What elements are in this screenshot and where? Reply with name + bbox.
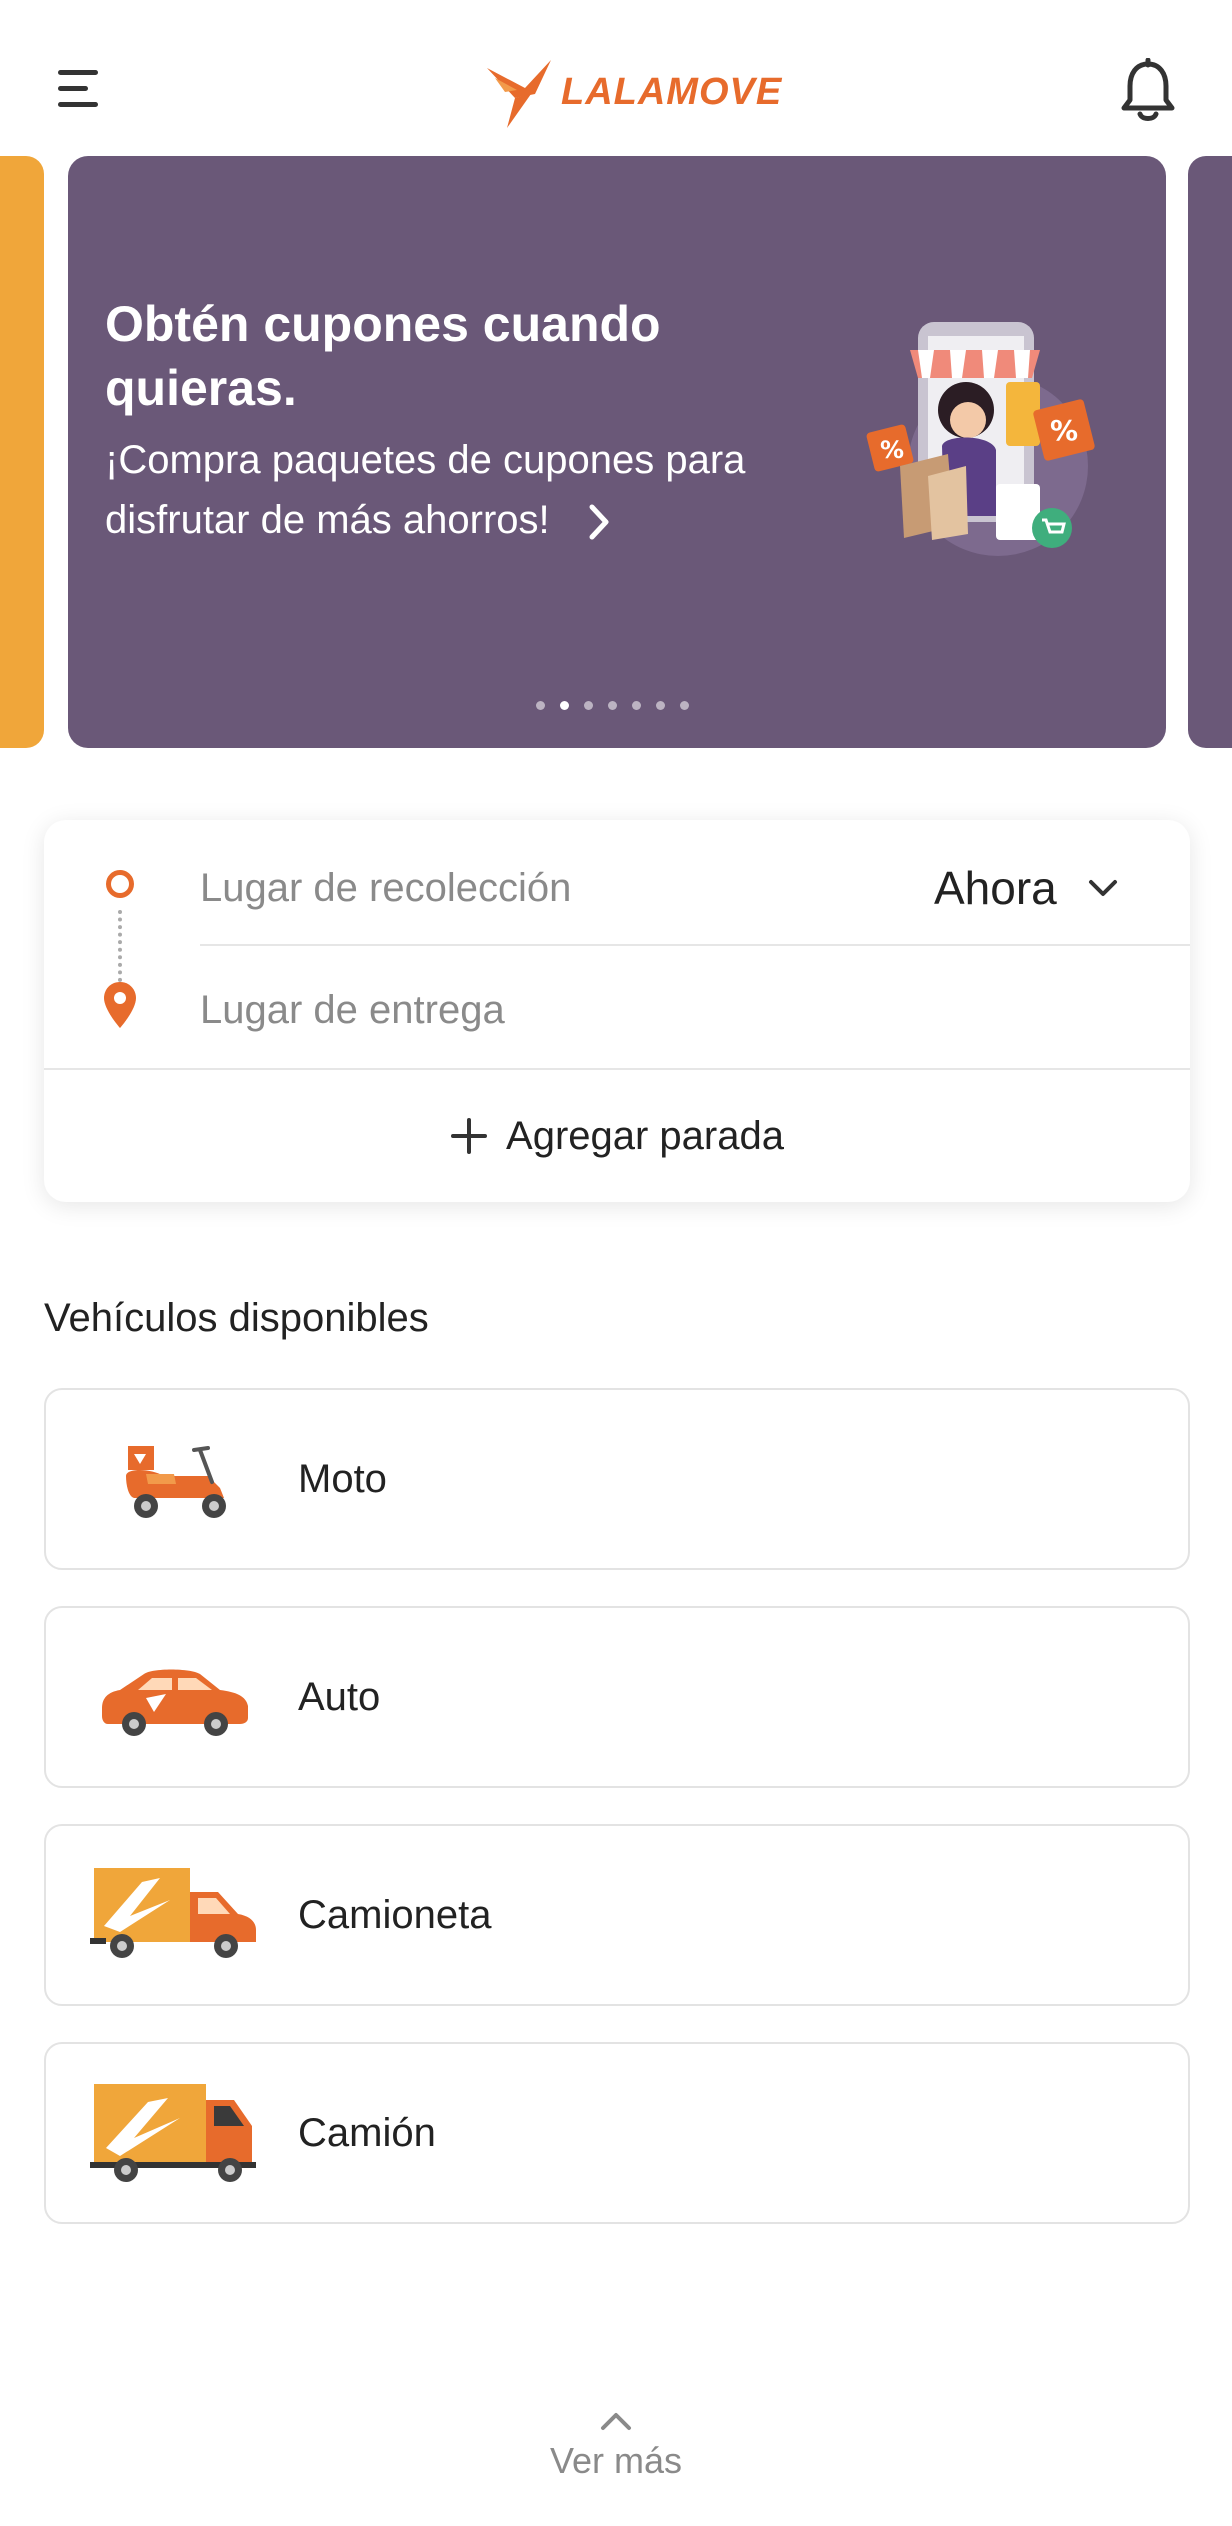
banner-title: Obtén cupones cuando quieras. (105, 296, 661, 416)
lalamove-logo: LALAMOVE (485, 52, 782, 132)
carousel-dot[interactable] (608, 701, 617, 710)
promo-carousel[interactable]: Obtén cupones cuando quieras. ¡Compra pa… (0, 156, 1232, 748)
see-more-label: Ver más (549, 2440, 683, 2481)
vehicle-label: Moto (298, 1457, 387, 1501)
add-stop-label: Agregar parada (506, 1113, 784, 1158)
van-icon (90, 1868, 256, 1958)
truck-icon (90, 2084, 256, 2182)
svg-text:%: % (1050, 414, 1078, 447)
carousel-dot[interactable] (536, 701, 545, 710)
carousel-slide-previous[interactable] (0, 156, 44, 748)
pickup-location-input[interactable]: Lugar de recolección (200, 858, 960, 918)
hummingbird-logo-icon (487, 60, 551, 128)
carousel-dot[interactable] (680, 701, 689, 710)
svg-text:%: % (880, 436, 904, 464)
pickup-time-value: Ahora (934, 862, 1057, 914)
pickup-circle-icon (106, 870, 134, 898)
app-header: LALAMOVE (0, 0, 1232, 150)
vehicles-section-title: Vehículos disponibles (44, 1296, 429, 1340)
carousel-dot[interactable] (656, 701, 665, 710)
dropoff-location-input[interactable]: Lugar de entrega (200, 980, 960, 1040)
vehicle-label: Camioneta (298, 1893, 492, 1937)
carousel-dot[interactable] (584, 701, 593, 710)
pickup-time-dropdown[interactable]: Ahora (934, 858, 1119, 918)
bell-icon[interactable] (1118, 58, 1178, 124)
chevron-up-icon (601, 2413, 631, 2430)
location-pin-icon (104, 982, 136, 1028)
banner-subtitle-text: ¡Compra paquetes de cupones para disfrut… (105, 438, 746, 542)
see-more-button[interactable]: Ver más (0, 2410, 1232, 2510)
carousel-dot[interactable] (632, 701, 641, 710)
vehicle-label: Auto (298, 1675, 381, 1719)
vehicle-label: Camión (298, 2111, 436, 2155)
hamburger-menu-icon[interactable] (54, 66, 102, 114)
vehicle-option-auto[interactable]: Auto (44, 1606, 1190, 1788)
carousel-slide-next[interactable] (1188, 156, 1232, 748)
shopping-coupons-illustration: % % (866, 322, 1095, 556)
carousel-dot-active[interactable] (560, 701, 569, 710)
logo-wordmark: LALAMOVE (561, 70, 783, 113)
carousel-slide-coupons[interactable]: Obtén cupones cuando quieras. ¡Compra pa… (68, 156, 1166, 748)
banner-subtitle: ¡Compra paquetes de cupones para disfrut… (105, 430, 845, 550)
chevron-right-icon[interactable] (587, 503, 611, 541)
plus-icon (451, 1118, 488, 1154)
vehicle-option-camion[interactable]: Camión (44, 2042, 1190, 2224)
motorcycle-icon (126, 1446, 226, 1518)
vehicle-option-moto[interactable]: Moto (44, 1388, 1190, 1570)
car-icon (102, 1669, 248, 1736)
carousel-pagination (536, 701, 689, 710)
chevron-down-icon (1088, 880, 1117, 896)
route-dotted-line (118, 910, 122, 982)
add-stop-button[interactable]: Agregar parada (44, 1070, 1190, 1202)
route-card: Lugar de recolección Ahora Lugar de entr… (44, 820, 1190, 1202)
vehicle-option-camioneta[interactable]: Camioneta (44, 1824, 1190, 2006)
field-divider (200, 944, 1190, 946)
